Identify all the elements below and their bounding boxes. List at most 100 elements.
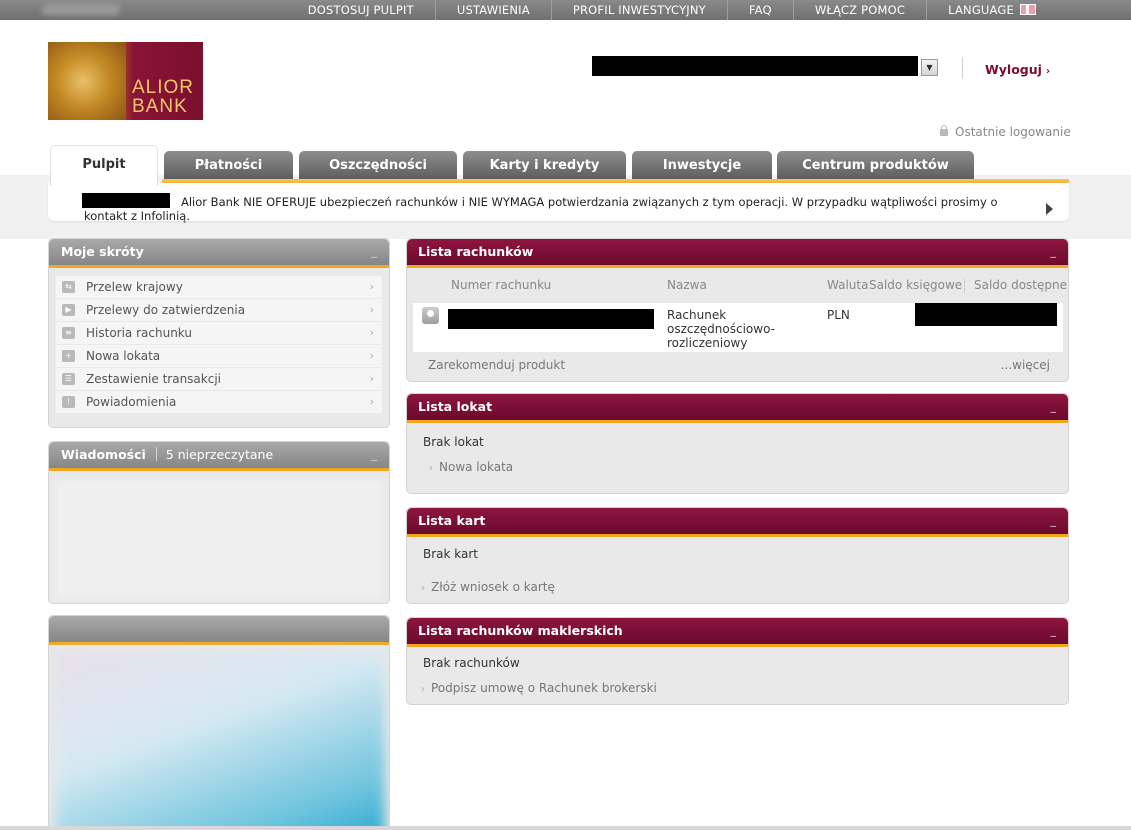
- shortcuts-panel: Moje skróty _ ⇆ Przelew krajowy › ▶ Przelew…: [48, 238, 390, 428]
- last-login-label: Ostatnie logowanie: [955, 125, 1071, 139]
- user-icon: [422, 307, 439, 324]
- tab-oszczednosci[interactable]: Oszczędności: [299, 151, 457, 179]
- column-name: Nazwa: [667, 278, 707, 292]
- shortcut-nowa-lokata[interactable]: + Nowa lokata ›: [56, 345, 382, 367]
- apply-card-label: Złóż wniosek o kartę: [431, 580, 555, 594]
- help-toggle-link[interactable]: WŁĄCZ POMOC: [792, 0, 926, 20]
- shortcuts-title: Moje skróty: [61, 244, 144, 259]
- new-deposit-link[interactable]: › Nowa lokata: [429, 460, 513, 474]
- chevron-right-icon: ›: [369, 372, 374, 385]
- top-nav: DOSTOSUJ PULPIT USTAWIENIA PROFIL INWEST…: [287, 0, 1057, 20]
- shortcut-przelew-krajowy[interactable]: ⇆ Przelew krajowy ›: [56, 276, 382, 298]
- account-currency: PLN: [827, 308, 850, 322]
- shortcut-label: Przelewy do zatwierdzenia: [86, 303, 246, 317]
- shortcut-powiadomienia[interactable]: ! Powiadomienia ›: [56, 391, 382, 413]
- shortcut-label: Zestawienie transakcji: [86, 372, 221, 386]
- uk-flag-icon: [1020, 4, 1036, 15]
- shortcut-label: Nowa lokata: [86, 349, 161, 363]
- bottom-edge: [0, 826, 1131, 830]
- accounts-panel: Lista rachunków _ Numer rachunku Nazwa W…: [406, 238, 1069, 382]
- statement-icon: ☰: [62, 373, 75, 385]
- tab-platnosci[interactable]: Płatności: [164, 151, 293, 179]
- logo-face-emblem: [48, 42, 126, 120]
- minimize-icon[interactable]: _: [1051, 508, 1057, 534]
- minimize-icon[interactable]: _: [1051, 618, 1057, 644]
- minimize-icon[interactable]: _: [1051, 394, 1057, 420]
- brokerage-empty-text: Brak rachunków: [423, 656, 520, 670]
- notice-redacted-prefix: [82, 193, 170, 208]
- accounts-title: Lista rachunków: [418, 244, 534, 259]
- promo-panel: [48, 615, 390, 830]
- chevron-right-icon: ›: [369, 303, 374, 316]
- notice-text: Alior Bank NIE OFERUJE ubezpieczeń rachu…: [84, 195, 998, 223]
- chevron-right-icon: ›: [369, 349, 374, 362]
- logout-link[interactable]: Wyloguj ›: [985, 62, 1050, 77]
- shortcut-label: Historia rachunku: [86, 326, 192, 340]
- cards-empty-text: Brak kart: [423, 547, 479, 561]
- messages-title: Wiadomości: [61, 447, 146, 462]
- promo-header: [49, 616, 389, 645]
- tab-inwestycje[interactable]: Inwestycje: [632, 151, 772, 179]
- minimize-icon[interactable]: _: [1051, 239, 1057, 265]
- minimize-icon[interactable]: _: [372, 239, 378, 265]
- chevron-right-icon: ›: [1045, 66, 1051, 77]
- tab-pulpit[interactable]: Pulpit: [50, 145, 158, 186]
- faq-link[interactable]: FAQ: [726, 0, 793, 20]
- more-accounts-link[interactable]: ...więcej: [1001, 358, 1050, 372]
- chevron-right-icon: ›: [429, 463, 433, 474]
- messages-list-blurred: [55, 480, 383, 598]
- play-icon: ▶: [62, 304, 75, 316]
- messages-header: Wiadomości 5 nieprzeczytane _: [49, 442, 389, 471]
- account-select-redacted[interactable]: [592, 56, 918, 76]
- settings-link[interactable]: USTAWIENIA: [434, 0, 551, 20]
- security-notice: Alior Bank NIE OFERUJE ubezpieczeń rachu…: [48, 183, 1069, 223]
- language-link[interactable]: LANGUAGE: [926, 0, 1057, 20]
- deposit-icon: +: [62, 350, 75, 362]
- column-account-number: Numer rachunku: [451, 278, 552, 292]
- messages-unread-count[interactable]: 5 nieprzeczytane: [166, 447, 273, 462]
- deposits-header: Lista lokat _: [407, 394, 1068, 423]
- messages-panel: Wiadomości 5 nieprzeczytane _: [48, 441, 390, 604]
- chevron-right-icon: ›: [421, 684, 425, 695]
- play-icon[interactable]: [1046, 203, 1053, 215]
- column-book-balance: Saldo księgowe: [869, 278, 963, 292]
- deposits-panel: Lista lokat _ Brak lokat › Nowa lokata: [406, 393, 1069, 494]
- brokerage-title: Lista rachunków maklerskich: [418, 623, 623, 638]
- user-name-blurred: [42, 4, 120, 15]
- new-deposit-label: Nowa lokata: [439, 460, 514, 474]
- account-name[interactable]: Rachunek oszczędnościowo-rozliczeniowy: [667, 308, 787, 350]
- deposits-empty-text: Brak lokat: [423, 435, 484, 449]
- accounts-header: Lista rachunków _: [407, 239, 1068, 268]
- shortcut-label: Przelew krajowy: [86, 280, 183, 294]
- shortcut-historia-rachunku[interactable]: ≡ Historia rachunku ›: [56, 322, 382, 344]
- chevron-right-icon: ›: [369, 395, 374, 408]
- shortcut-zestawienie-transakcji[interactable]: ☰ Zestawienie transakcji ›: [56, 368, 382, 390]
- investment-profile-link[interactable]: PROFIL INWESTYCYJNY: [550, 0, 727, 20]
- tab-centrum-produktow[interactable]: Centrum produktów: [777, 151, 974, 179]
- last-login-link[interactable]: Ostatnie logowanie: [940, 125, 1071, 139]
- tab-karty-i-kredyty[interactable]: Karty i kredyty: [463, 151, 626, 179]
- recommend-product-link[interactable]: Zarekomenduj produkt: [428, 358, 565, 372]
- lock-icon: [940, 125, 948, 136]
- notification-icon: !: [62, 396, 75, 408]
- customize-dashboard-link[interactable]: DOSTOSUJ PULPIT: [287, 0, 435, 20]
- history-icon: ≡: [62, 327, 75, 339]
- brokerage-panel: Lista rachunków maklerskich _ Brak rachu…: [406, 617, 1069, 705]
- shortcut-przelewy-do-zatwierdzenia[interactable]: ▶ Przelewy do zatwierdzenia ›: [56, 299, 382, 321]
- alior-bank-logo[interactable]: ALIOR BANK: [48, 42, 203, 120]
- brokerage-agreement-label: Podpisz umowę o Rachunek brokerski: [431, 681, 657, 695]
- chevron-right-icon: ›: [369, 280, 374, 293]
- shortcut-label: Powiadomienia: [86, 395, 177, 409]
- deposits-title: Lista lokat: [418, 399, 493, 414]
- brokerage-agreement-link[interactable]: › Podpisz umowę o Rachunek brokerski: [421, 681, 657, 695]
- header-divider: [962, 57, 963, 79]
- promo-banner-image[interactable]: [55, 652, 385, 829]
- minimize-icon[interactable]: _: [372, 442, 378, 468]
- dropdown-arrow-icon[interactable]: ▼: [921, 59, 938, 76]
- top-bar: DOSTOSUJ PULPIT USTAWIENIA PROFIL INWEST…: [0, 0, 1131, 20]
- shortcuts-list: ⇆ Przelew krajowy › ▶ Przelewy do zatwierdz…: [56, 276, 382, 414]
- cards-header: Lista kart _: [407, 508, 1068, 537]
- apply-card-link[interactable]: › Złóż wniosek o kartę: [421, 580, 555, 594]
- account-balance-redacted: [915, 303, 1057, 326]
- logo-text-bank: BANK: [132, 96, 188, 117]
